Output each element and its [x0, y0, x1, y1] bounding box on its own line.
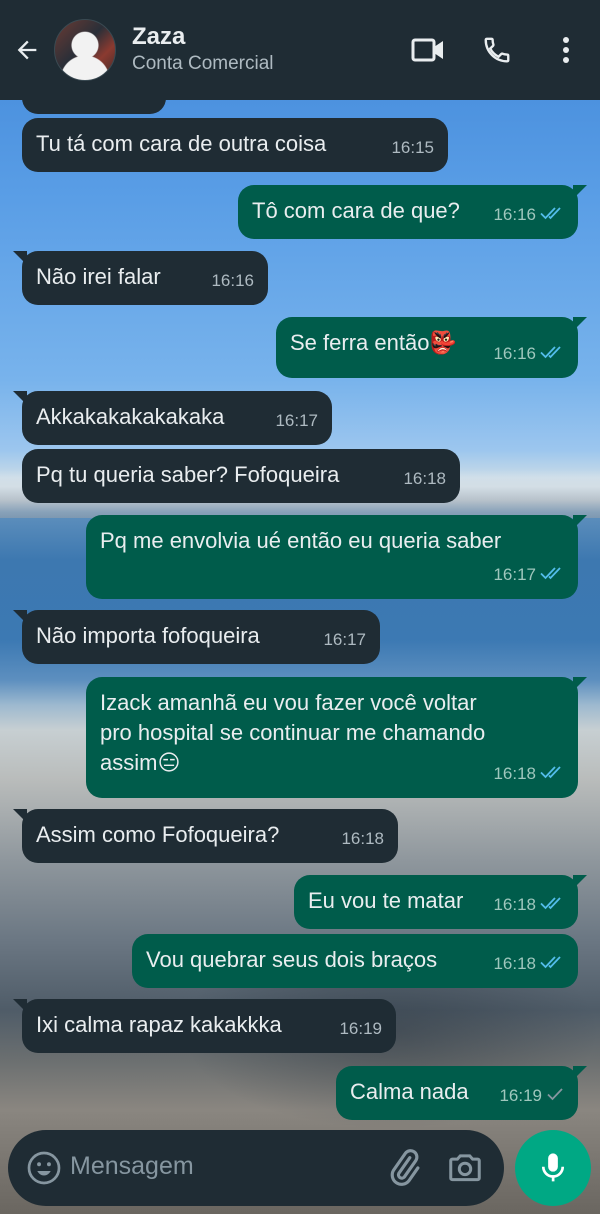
message-text: Tu tá com cara de outra coisa	[36, 131, 327, 156]
outgoing-message[interactable]: Eu vou te matar 16:18	[294, 875, 587, 929]
read-receipt-icon	[540, 759, 564, 789]
read-receipt-icon	[540, 949, 564, 979]
read-receipt-icon	[540, 339, 564, 369]
message-time: 16:17	[275, 406, 318, 436]
message-text: Assim como Fofoqueira?	[36, 822, 280, 847]
incoming-message[interactable]: Pq tu queria saber? Fofoqueira 16:18	[22, 449, 460, 503]
attach-icon[interactable]	[384, 1148, 424, 1188]
contact-name: Zaza	[132, 23, 186, 50]
timestamp: 16:16	[493, 344, 536, 363]
message-time: 16:18	[493, 949, 564, 979]
message-time: 16:18	[403, 464, 446, 494]
timestamp: 16:17	[493, 565, 536, 584]
message-time: 16:17	[493, 560, 564, 590]
message-time: 16:16	[211, 266, 254, 296]
timestamp: 16:19	[339, 1019, 382, 1038]
incoming-message[interactable]: Não importa fofoqueira 16:17	[13, 610, 380, 664]
message-text: Não importa fofoqueira	[36, 623, 260, 648]
incoming-message[interactable]: Akkakakakakakaka 16:17	[13, 391, 332, 445]
message-composer[interactable]: Mensagem	[8, 1130, 504, 1206]
microphone-icon	[541, 1153, 565, 1182]
outgoing-message[interactable]: Izack amanhã eu vou fazer você voltar pr…	[86, 677, 587, 798]
microphone-button[interactable]	[515, 1130, 591, 1206]
timestamp: 16:17	[323, 630, 366, 649]
timestamp: 16:18	[493, 895, 536, 914]
more-options-icon[interactable]	[546, 32, 586, 68]
read-receipt-icon	[540, 200, 564, 230]
incoming-message[interactable]: Ixi calma rapaz kakakkka 16:19	[13, 999, 396, 1053]
timestamp: 16:19	[499, 1086, 542, 1105]
read-receipt-icon	[540, 890, 564, 920]
timestamp: 16:16	[211, 271, 254, 290]
outgoing-message[interactable]: Tô com cara de que? 16:16	[238, 185, 587, 239]
incoming-message[interactable]: Tu tá com cara de outra coisa 16:15	[22, 118, 448, 172]
message-text: Ixi calma rapaz kakakkka	[36, 1012, 282, 1037]
timestamp: 16:18	[493, 954, 536, 973]
message-time: 16:18	[341, 824, 384, 854]
message-time: 16:17	[323, 625, 366, 655]
chat-header: Zaza Conta Comercial	[0, 0, 600, 100]
message-time: 16:18	[493, 890, 564, 920]
read-receipt-icon	[540, 560, 564, 590]
contact-info[interactable]: Zaza Conta Comercial	[132, 22, 274, 76]
incoming-message[interactable]: Não irei falar 16:16	[13, 251, 268, 305]
message-time: 16:18	[493, 759, 564, 789]
timestamp: 16:16	[493, 205, 536, 224]
phone-icon[interactable]	[477, 32, 517, 68]
sent-check-icon	[546, 1081, 564, 1111]
video-call-icon[interactable]	[408, 32, 448, 68]
message-time: 16:19	[499, 1081, 564, 1111]
timestamp: 16:18	[341, 829, 384, 848]
outgoing-message[interactable]: Se ferra então👺 16:16	[276, 317, 587, 378]
outgoing-message[interactable]: Vou quebrar seus dois braços 16:18	[132, 934, 578, 988]
message-text: Pq tu queria saber? Fofoqueira	[36, 462, 340, 487]
timestamp: 16:15	[391, 138, 434, 157]
message-time: 16:19	[339, 1014, 382, 1044]
message-time: 16:15	[391, 133, 434, 163]
timestamp: 16:18	[403, 469, 446, 488]
incoming-message[interactable]: Assim como Fofoqueira? 16:18	[13, 809, 398, 863]
contact-subtitle: Conta Comercial	[132, 53, 274, 74]
timestamp: 16:18	[493, 764, 536, 783]
message-time: 16:16	[493, 200, 564, 230]
contact-avatar[interactable]	[54, 19, 116, 81]
emoji-icon[interactable]	[26, 1150, 62, 1186]
back-arrow-icon[interactable]	[10, 32, 44, 68]
camera-icon[interactable]	[446, 1148, 486, 1188]
timestamp: 16:17	[275, 411, 318, 430]
message-text: Pq me envolvia ué então eu queria saber	[100, 528, 502, 553]
outgoing-message[interactable]: Pq me envolvia ué então eu queria saber 1…	[86, 515, 587, 599]
message-time: 16:16	[493, 339, 564, 369]
outgoing-message[interactable]: Calma nada 16:19	[336, 1066, 587, 1120]
message-input[interactable]: Mensagem	[70, 1152, 194, 1181]
